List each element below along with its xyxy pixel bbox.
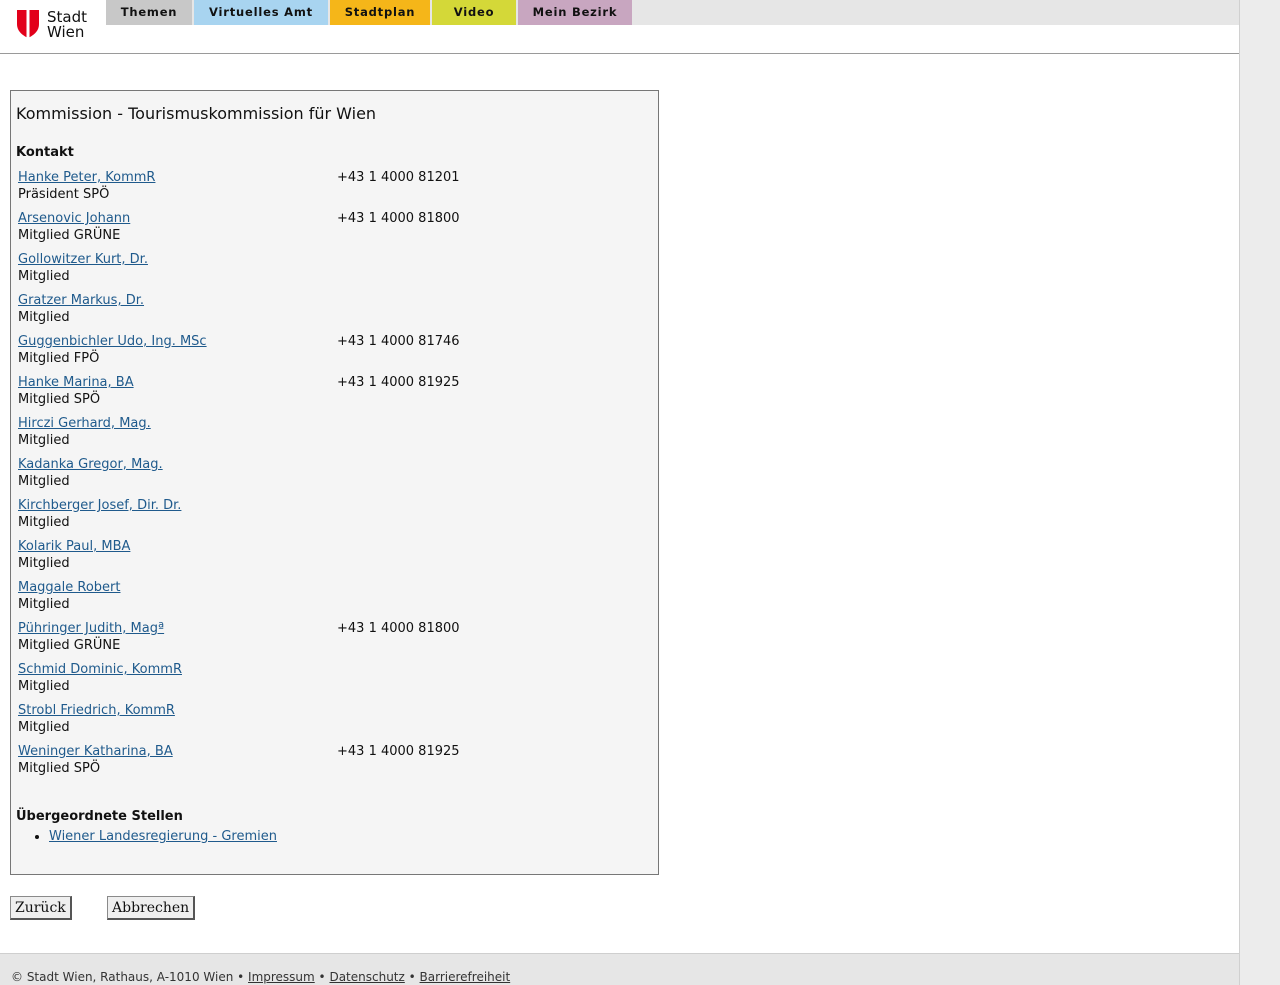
page: Stadt Wien Themen Virtuelles Amt Stadtpl… xyxy=(0,0,1280,985)
contact-name-link[interactable]: Pühringer Judith, Magª xyxy=(18,620,164,637)
parent-link[interactable]: Wiener Landesregierung - Gremien xyxy=(49,829,277,844)
contact-row: Maggale Robert Mitglied xyxy=(18,579,648,620)
site-header: Stadt Wien Themen Virtuelles Amt Stadtpl… xyxy=(0,0,1239,54)
parent-list-item: Wiener Landesregierung - Gremien xyxy=(49,829,277,844)
contact-role: Mitglied xyxy=(18,433,70,448)
contact-name-link[interactable]: Arsenovic Johann xyxy=(18,210,130,227)
contact-row: Schmid Dominic, KommR Mitglied xyxy=(18,661,648,702)
contact-row: Kirchberger Josef, Dir. Dr. Mitglied xyxy=(18,497,648,538)
main-nav: Themen Virtuelles Amt Stadtplan Video Me… xyxy=(106,0,1239,25)
back-button[interactable]: Zurück xyxy=(10,896,72,920)
contact-phone: +43 1 4000 81925 xyxy=(337,744,460,759)
contact-name-link[interactable]: Maggale Robert xyxy=(18,579,121,596)
datenschutz-link[interactable]: Datenschutz xyxy=(329,970,404,984)
contact-row: Pühringer Judith, Magª Mitglied GRÜNE +43 … xyxy=(18,620,648,661)
footer-separator: • xyxy=(233,970,249,984)
contact-phone: +43 1 4000 81800 xyxy=(337,621,460,636)
contact-name-link[interactable]: Kadanka Gregor, Mag. xyxy=(18,456,163,473)
contact-row: Guggenbichler Udo, Ing. MSc Mitglied FPÖ +… xyxy=(18,333,648,374)
contact-row: Arsenovic Johann Mitglied GRÜNE +43 1 4000… xyxy=(18,210,648,251)
contact-name-link[interactable]: Weninger Katharina, BA xyxy=(18,743,173,760)
tab-mein-bezirk[interactable]: Mein Bezirk xyxy=(518,0,632,25)
tab-virtuelles-amt[interactable]: Virtuelles Amt xyxy=(194,0,328,25)
contact-role: Mitglied FPÖ xyxy=(18,351,100,366)
page-title: Kommission - Tourismuskommission für Wie… xyxy=(16,104,377,123)
contact-row: Kadanka Gregor, Mag. Mitglied xyxy=(18,456,648,497)
contact-row: Kolarik Paul, MBA Mitglied xyxy=(18,538,648,579)
contact-row: Gollowitzer Kurt, Dr. Mitglied xyxy=(18,251,648,292)
contact-row: Hanke Marina, BA Mitglied SPÖ +43 1 4000 8… xyxy=(18,374,648,415)
tab-themen[interactable]: Themen xyxy=(106,0,192,25)
contact-name-link[interactable]: Kirchberger Josef, Dir. Dr. xyxy=(18,497,181,514)
contact-phone: +43 1 4000 81201 xyxy=(337,170,460,185)
contact-phone: +43 1 4000 81925 xyxy=(337,375,460,390)
contact-role: Mitglied xyxy=(18,474,70,489)
contact-name-link[interactable]: Gratzer Markus, Dr. xyxy=(18,292,144,309)
contact-role: Mitglied xyxy=(18,679,70,694)
footer-separator: • xyxy=(314,970,330,984)
impressum-link[interactable]: Impressum xyxy=(248,970,315,984)
scrollbar[interactable] xyxy=(1239,0,1280,985)
contact-role: Mitglied xyxy=(18,269,70,284)
contact-name-link[interactable]: Kolarik Paul, MBA xyxy=(18,538,130,555)
contact-role: Mitglied xyxy=(18,310,70,325)
contact-role: Mitglied xyxy=(18,556,70,571)
contact-role: Mitglied xyxy=(18,597,70,612)
vienna-shield-icon xyxy=(17,10,39,38)
tab-video[interactable]: Video xyxy=(432,0,516,25)
stadt-wien-logo[interactable]: Stadt Wien xyxy=(17,10,87,40)
contact-row: Hanke Peter, KommR Präsident SPÖ +43 1 400… xyxy=(18,169,648,210)
contact-role: Präsident SPÖ xyxy=(18,187,110,202)
contact-name-link[interactable]: Guggenbichler Udo, Ing. MSc xyxy=(18,333,207,350)
footer-copyright: © Stadt Wien, Rathaus, A-1010 Wien xyxy=(11,970,234,984)
commission-panel: Kommission - Tourismuskommission für Wie… xyxy=(10,90,659,875)
contact-role: Mitglied SPÖ xyxy=(18,392,101,407)
footer-separator: • xyxy=(404,970,420,984)
contact-name-link[interactable]: Gollowitzer Kurt, Dr. xyxy=(18,251,148,268)
barrierefreiheit-link[interactable]: Barrierefreiheit xyxy=(420,970,511,984)
contact-phone: +43 1 4000 81746 xyxy=(337,334,460,349)
contact-row: Hirczi Gerhard, Mag. Mitglied xyxy=(18,415,648,456)
parent-links-list: Wiener Landesregierung - Gremien xyxy=(27,829,277,844)
contact-row: Gratzer Markus, Dr. Mitglied xyxy=(18,292,648,333)
footer-line: © Stadt Wien, Rathaus, A-1010 Wien • Imp… xyxy=(11,970,510,984)
contact-role: Mitglied GRÜNE xyxy=(18,228,121,243)
logo-text: Stadt Wien xyxy=(47,10,87,40)
contact-name-link[interactable]: Hirczi Gerhard, Mag. xyxy=(18,415,151,432)
contact-list: Hanke Peter, KommR Präsident SPÖ +43 1 400… xyxy=(18,169,648,784)
tab-stadtplan[interactable]: Stadtplan xyxy=(330,0,430,25)
cancel-button[interactable]: Abbrechen xyxy=(107,896,196,920)
contact-name-link[interactable]: Hanke Marina, BA xyxy=(18,374,134,391)
contact-role: Mitglied xyxy=(18,515,70,530)
contact-role: Mitglied GRÜNE xyxy=(18,638,121,653)
logo-line-2: Wien xyxy=(47,23,85,41)
contact-name-link[interactable]: Strobl Friedrich, KommR xyxy=(18,702,175,719)
contact-phone: +43 1 4000 81800 xyxy=(337,211,460,226)
contact-name-link[interactable]: Hanke Peter, KommR xyxy=(18,169,155,186)
contact-role: Mitglied xyxy=(18,720,70,735)
contact-row: Weninger Katharina, BA Mitglied SPÖ +43 1 … xyxy=(18,743,648,784)
site-footer: © Stadt Wien, Rathaus, A-1010 Wien • Imp… xyxy=(0,953,1239,985)
contact-name-link[interactable]: Schmid Dominic, KommR xyxy=(18,661,182,678)
contact-role: Mitglied SPÖ xyxy=(18,761,101,776)
contact-heading: Kontakt xyxy=(16,145,74,160)
contact-row: Strobl Friedrich, KommR Mitglied xyxy=(18,702,648,743)
parent-heading: Übergeordnete Stellen xyxy=(16,809,183,824)
